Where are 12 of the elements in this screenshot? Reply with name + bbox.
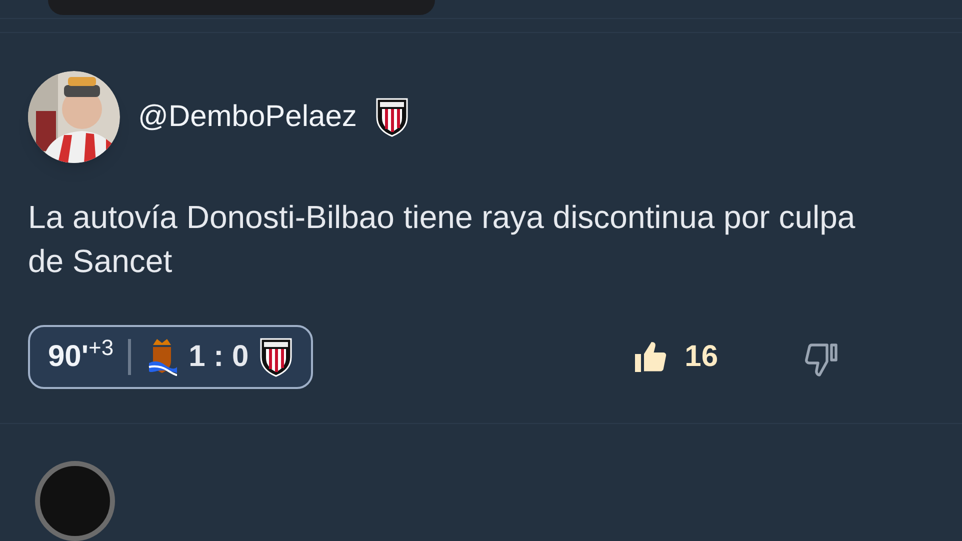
shield-crest-icon (258, 336, 293, 377)
separator-bar (128, 338, 131, 375)
dislike-button[interactable] (802, 342, 840, 378)
shield-crest-icon (374, 96, 409, 137)
username[interactable]: @DemboPelaez (138, 94, 357, 140)
score: 1 : 0 (188, 339, 249, 376)
post-text: La autovía Donosti-Bilbao tiene raya discontinua por culpa de Sancet (28, 198, 856, 281)
match-score-badge[interactable]: 90'$^{+3}$ 1 : 0 (28, 324, 313, 389)
like-button[interactable]: 16 (630, 334, 718, 380)
match-minute: 90'$^{+3}$ (48, 334, 114, 376)
like-count: 16 (684, 339, 718, 376)
thumbs-down-icon (802, 342, 840, 378)
